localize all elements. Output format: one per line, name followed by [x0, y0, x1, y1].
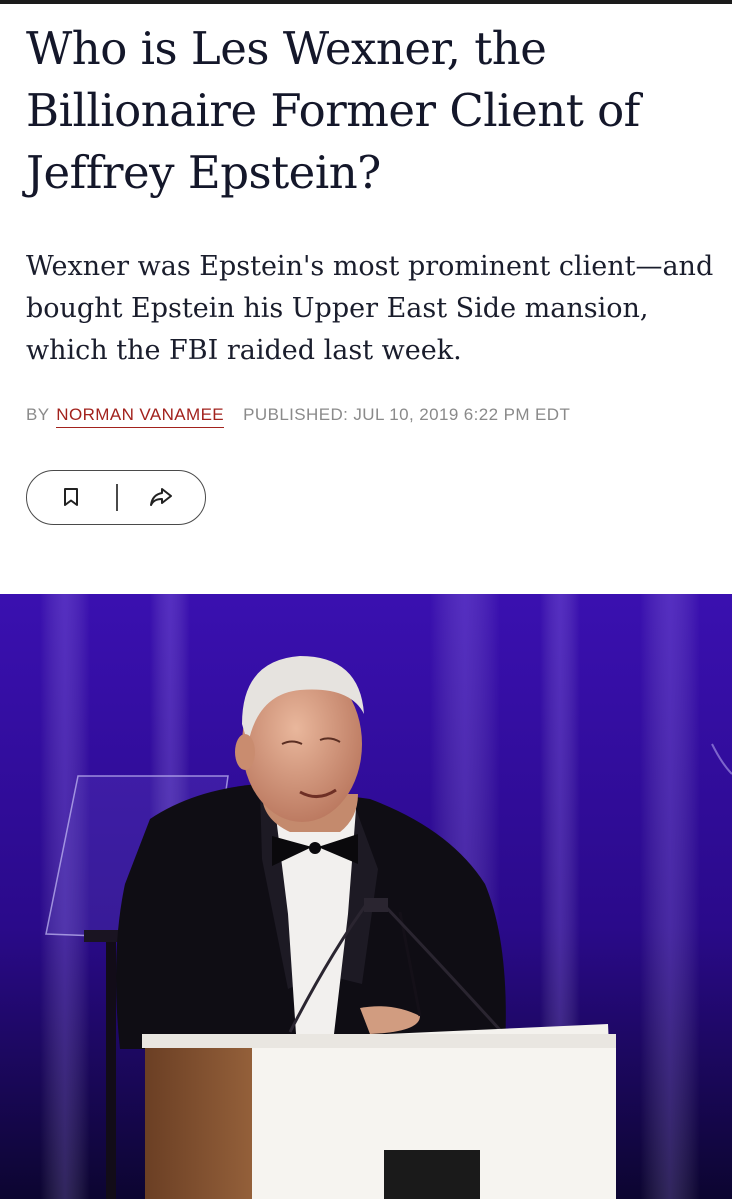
bookmark-icon — [64, 488, 78, 506]
article-actions — [26, 470, 206, 525]
podium-plaque — [384, 1150, 480, 1199]
byline: BY NORMAN VANAMEE PUBLISHED: JUL 10, 201… — [26, 405, 571, 428]
podium — [142, 1024, 616, 1199]
article-dek: Wexner was Epstein's most prominent clie… — [26, 251, 714, 366]
author-link[interactable]: NORMAN VANAMEE — [56, 405, 225, 428]
share-button[interactable] — [117, 471, 205, 523]
article-headline: Who is Les Wexner, the Billionaire Forme… — [26, 22, 640, 199]
hero-photo — [0, 594, 732, 1199]
share-icon — [150, 488, 172, 506]
bookmark-button[interactable] — [27, 471, 115, 523]
byline-by-label: BY — [26, 405, 50, 424]
top-rule — [0, 0, 732, 4]
published-date: PUBLISHED: JUL 10, 2019 6:22 PM EDT — [243, 405, 571, 424]
